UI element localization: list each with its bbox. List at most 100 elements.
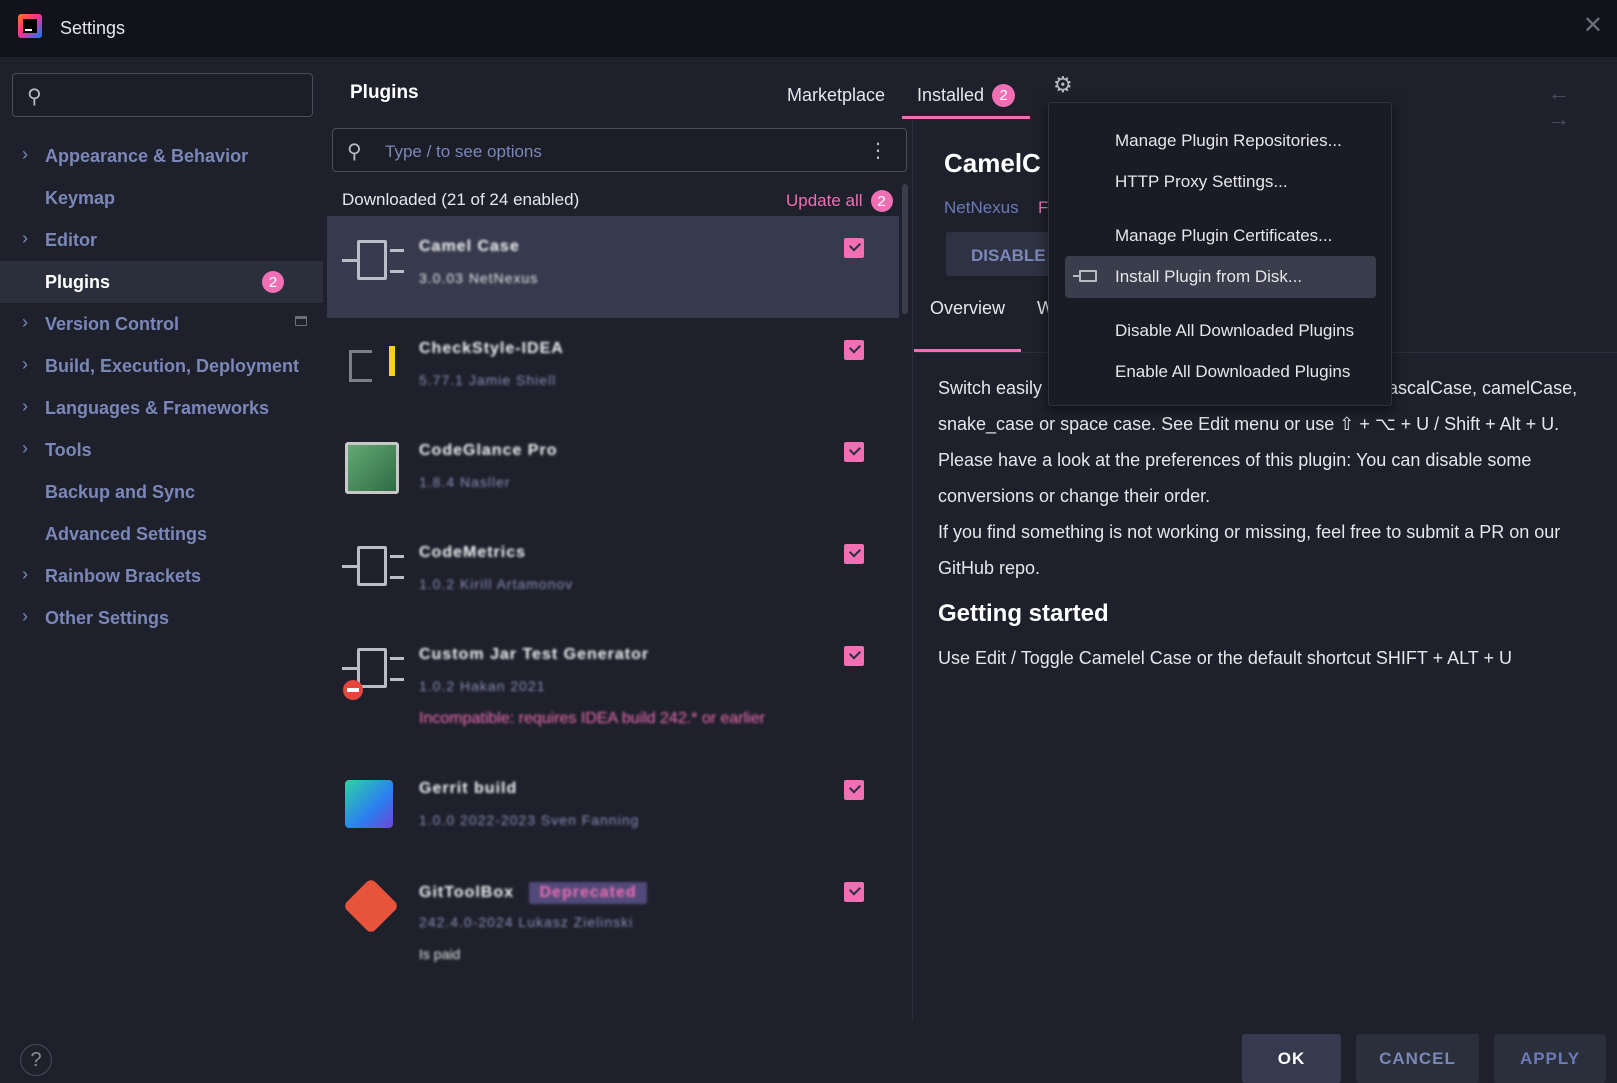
plugin-enabled-checkbox[interactable] (844, 238, 864, 258)
getting-started-heading: Getting started (938, 600, 1109, 627)
description-line: Please have a look at the preferences of… (938, 450, 1532, 470)
sidebar-item-label: Keymap (45, 187, 116, 208)
sidebar-item-other-settings[interactable]: › Other Settings (0, 597, 323, 639)
sidebar-item-version-control[interactable]: › Version Control (0, 303, 323, 345)
gear-icon[interactable]: ⚙ (1053, 72, 1073, 98)
sidebar-item-rainbow-brackets[interactable]: › Rainbow Brackets (0, 555, 323, 597)
sidebar-item-label: Rainbow Brackets (45, 565, 202, 586)
plugin-detail-title: CamelC (944, 148, 1041, 178)
apply-button[interactable]: APPLY (1494, 1034, 1606, 1083)
update-count-badge: 2 (870, 190, 893, 212)
installed-updates-badge: 2 (992, 83, 1016, 107)
sidebar-item-label: Plugins (45, 271, 111, 292)
sidebar-item-label: Backup and Sync (45, 481, 196, 502)
description-line: conversions or change their order. (938, 486, 1211, 506)
sidebar-item-editor[interactable]: › Editor (0, 219, 323, 261)
usage-text: Use Edit / Toggle Camelel Case or the de… (938, 648, 1512, 668)
chevron-right-icon: › (22, 354, 28, 374)
menu-item-manage-certificates[interactable]: Manage Plugin Certificates... (1115, 226, 1332, 246)
menu-item-manage-repositories[interactable]: Manage Plugin Repositories... (1115, 131, 1342, 151)
plugin-version: 3.0.03 NetNexus (419, 270, 539, 286)
chevron-right-icon: › (22, 438, 28, 458)
plug-icon (342, 546, 404, 586)
menu-item-enable-all[interactable]: Enable All Downloaded Plugins (1115, 362, 1350, 382)
plugin-vendor-link[interactable]: NetNexus (944, 198, 1019, 218)
plugin-row[interactable]: Camel Case 3.0.03 NetNexus (327, 216, 899, 318)
codeglance-icon (345, 442, 399, 494)
plugin-list: Camel Case 3.0.03 NetNexus CheckStyle-ID… (327, 216, 899, 1020)
intellij-logo-icon (18, 14, 42, 38)
settings-search-input[interactable]: ⚲ (12, 73, 313, 117)
pane-divider[interactable] (912, 120, 913, 1020)
sidebar-item-label: Build, Execution, Deployment (45, 355, 300, 376)
tab-installed[interactable]: Installed 2 (917, 73, 1016, 117)
tab-marketplace[interactable]: Marketplace (787, 73, 885, 117)
plugin-row[interactable]: CodeMetrics 1.0.2 Kirill Artamonov (327, 522, 899, 624)
plugin-row[interactable]: CheckStyle-IDEA 5.77.1 Jamie Shiell (327, 318, 899, 420)
plugin-row[interactable]: GitToolBox Deprecated 242.4.0-2024 Lukas… (327, 860, 899, 994)
menu-item-disable-all[interactable]: Disable All Downloaded Plugins (1115, 321, 1354, 341)
menu-item-install-from-disk[interactable]: Install Plugin from Disk... (1115, 267, 1302, 287)
downloaded-section-header: Downloaded (21 of 24 enabled) (342, 190, 580, 209)
plugin-version: 1.0.0 2022-2023 Sven Fanning (419, 812, 640, 828)
description-line: snake_case or space case. See Edit menu … (938, 414, 1560, 434)
plugin-version: 242.4.0-2024 Lukasz Zielinski (419, 914, 634, 930)
plugin-search-input[interactable]: ⚲ Type / to see options ⋮ (332, 128, 907, 172)
ok-button[interactable]: OK (1242, 1034, 1341, 1083)
git-icon (342, 877, 400, 935)
chevron-right-icon: › (22, 396, 28, 416)
plugin-row[interactable]: CodeGlance Pro 1.8.4 Nasller (327, 420, 899, 522)
sidebar-item-advanced-settings[interactable]: Advanced Settings (0, 513, 323, 555)
menu-item-http-proxy[interactable]: HTTP Proxy Settings... (1115, 172, 1288, 192)
sidebar-item-plugins[interactable]: Plugins 2 (0, 261, 323, 303)
plugin-list-scrollbar[interactable] (902, 184, 908, 314)
sidebar-item-backup-sync[interactable]: Backup and Sync (0, 471, 323, 513)
plugin-row[interactable]: Custom Jar Test Generator 1.0.2 Hakan 20… (327, 624, 899, 758)
sidebar-item-tools[interactable]: › Tools (0, 429, 323, 471)
settings-sidebar: ⚲ › Appearance & Behavior Keymap › Edito… (0, 57, 323, 1083)
plug-icon (342, 648, 404, 688)
plug-icon (1073, 270, 1097, 282)
project-scope-icon (295, 316, 307, 326)
rainbow-icon (345, 780, 393, 828)
more-options-icon[interactable]: ⋮ (868, 138, 888, 163)
description-link[interactable]: GitHub repo. (938, 558, 1040, 579)
close-icon[interactable]: ✕ (1583, 14, 1603, 38)
plugin-extra-link[interactable]: F (1038, 198, 1048, 218)
sidebar-item-appearance-behavior[interactable]: › Appearance & Behavior (0, 135, 323, 177)
settings-nav: › Appearance & Behavior Keymap › Editor … (0, 135, 323, 639)
plugins-update-badge: 2 (262, 271, 284, 293)
chevron-right-icon: › (22, 564, 28, 584)
plugin-enabled-checkbox[interactable] (844, 882, 864, 902)
tab-label: Marketplace (787, 84, 886, 105)
incompatibility-warning: Incompatible: requires IDEA build 242.* … (419, 710, 765, 727)
plugin-version: 1.0.2 Kirill Artamonov (419, 576, 574, 592)
tab-overview[interactable]: Overview (930, 298, 1005, 346)
sidebar-item-keymap[interactable]: Keymap (0, 177, 323, 219)
plugins-title: Plugins (350, 82, 419, 103)
sidebar-item-label: Languages & Frameworks (45, 397, 270, 418)
search-placeholder: Type / to see options (385, 142, 542, 161)
plugin-name: GitToolBox Deprecated (419, 882, 647, 904)
chevron-right-icon: › (22, 228, 28, 248)
plug-icon (342, 240, 404, 280)
cancel-button[interactable]: CANCEL (1356, 1034, 1479, 1083)
plugin-enabled-checkbox[interactable] (844, 340, 864, 360)
plugin-row[interactable]: Gerrit build 1.0.0 2022-2023 Sven Fannin… (327, 758, 899, 860)
sidebar-item-build-execution-deployment[interactable]: › Build, Execution, Deployment (0, 345, 323, 387)
deprecated-badge: Deprecated (529, 882, 647, 904)
active-tab-indicator (902, 116, 1030, 119)
update-all-link[interactable]: Update all 2 (786, 190, 893, 212)
plugin-enabled-checkbox[interactable] (844, 646, 864, 666)
sidebar-item-label: Editor (45, 229, 97, 250)
chevron-right-icon: › (22, 144, 28, 164)
plugin-enabled-checkbox[interactable] (844, 442, 864, 462)
history-arrows[interactable]: ← → (1548, 80, 1617, 132)
plugin-enabled-checkbox[interactable] (844, 544, 864, 564)
sidebar-item-languages-frameworks[interactable]: › Languages & Frameworks (0, 387, 323, 429)
plugin-version: 5.77.1 Jamie Shiell (419, 372, 557, 388)
gear-dropdown-menu: Manage Plugin Repositories... HTTP Proxy… (1048, 102, 1392, 406)
plugin-enabled-checkbox[interactable] (844, 780, 864, 800)
plugin-name: CheckStyle-IDEA (419, 340, 564, 357)
help-button[interactable]: ? (20, 1044, 52, 1076)
